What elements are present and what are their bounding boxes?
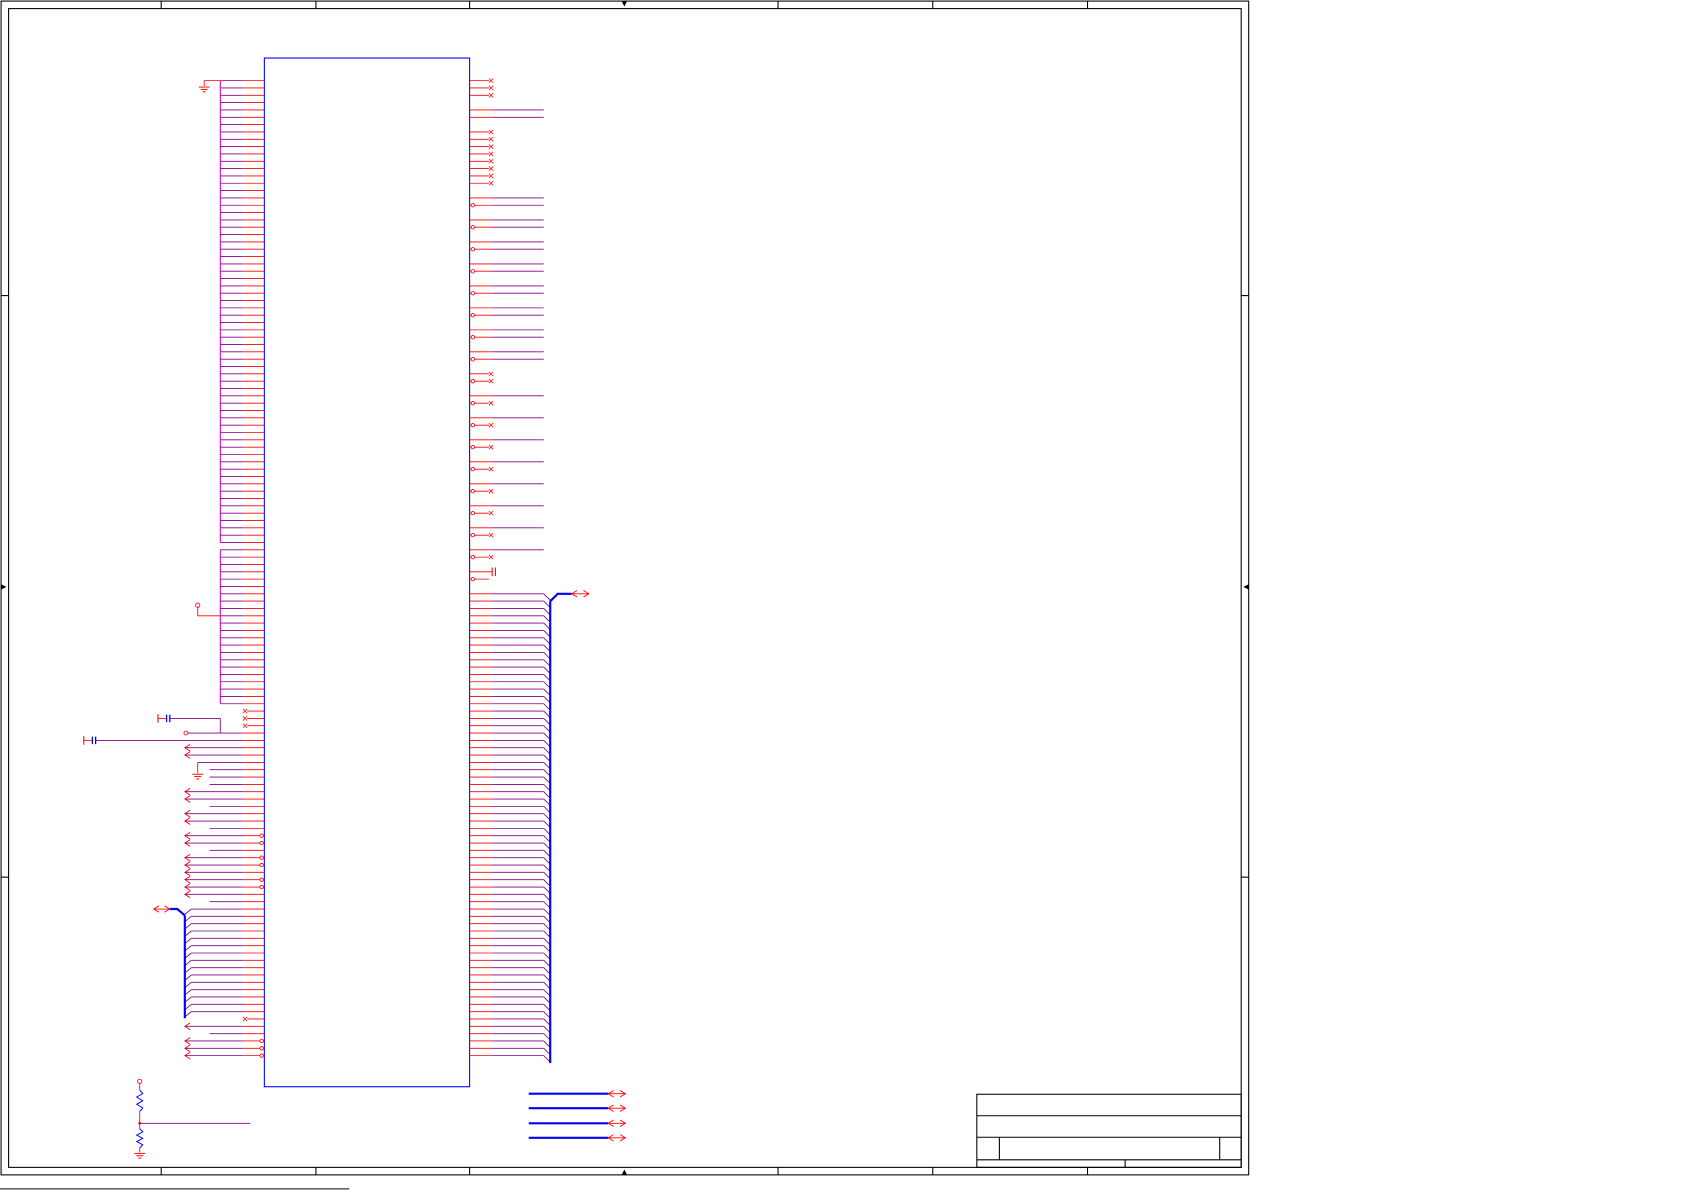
capacitor-symbol-icon (491, 567, 496, 577)
power-port-icon (183, 730, 189, 736)
pin-junction-circle (470, 423, 475, 428)
no-connect-icon (488, 136, 494, 142)
zone-markers (1, 1, 1249, 1175)
power-port-icon (195, 602, 201, 608)
no-connect-icon (488, 144, 494, 150)
pin-junction-circle (259, 1038, 264, 1044)
no-connect-icon (488, 532, 494, 538)
bidirectional-port-icon (607, 1090, 627, 1098)
no-connect-icon (488, 371, 494, 377)
no-connect-icon (488, 151, 494, 157)
pin-junction-circle (470, 532, 475, 538)
no-connect-icon (242, 723, 248, 729)
no-connect-icon (488, 166, 494, 172)
component-symbol (263, 57, 471, 1088)
power-wire (197, 607, 221, 617)
ground-symbol-icon (192, 773, 204, 780)
no-connect-icon (242, 1016, 248, 1022)
pin-junction-circle (470, 247, 475, 252)
bidirectional-port-icon (570, 590, 590, 598)
no-connect-icon (488, 400, 494, 406)
bidirectional-port-icon (607, 1119, 627, 1127)
pin-junction-circle (259, 862, 264, 868)
ground-symbol-icon (198, 86, 210, 93)
pin-junction-circle (470, 313, 475, 318)
bus-entry (543, 593, 551, 601)
left-pin-column (83, 80, 265, 1060)
no-connect-icon (488, 129, 494, 135)
pin-junction-circle (470, 225, 475, 230)
no-connect-icon (488, 180, 494, 186)
ground-symbol-icon (134, 1152, 146, 1159)
resistor-symbol-icon (135, 1089, 144, 1112)
pin-junction-circle (259, 1053, 264, 1058)
bus-entry (184, 908, 192, 915)
no-connect-icon (488, 173, 494, 179)
pin-junction-circle (259, 833, 264, 838)
pin-junction-circle (470, 379, 475, 384)
center-arrow-top (621, 1, 628, 7)
pin-junction-circle (470, 510, 475, 516)
bidirectional-port-icon (607, 1104, 627, 1112)
pin-junction-circle (470, 576, 475, 582)
title-block-border (976, 1093, 1242, 1168)
no-connect-icon (488, 488, 494, 494)
schematic-viewer (0, 0, 1685, 1191)
pin-junction-circle (259, 884, 264, 890)
power-port-icon (137, 1078, 143, 1084)
no-connect-icon (242, 708, 248, 714)
bidirectional-port-icon (152, 905, 171, 913)
no-connect-icon (488, 78, 494, 84)
center-arrow-right (1243, 584, 1249, 590)
pin-junction-circle (470, 445, 475, 450)
no-connect-icon (488, 92, 494, 98)
no-connect-icon (488, 85, 494, 91)
pin-junction-circle (470, 401, 475, 406)
pin-junction-circle (259, 840, 264, 846)
pin-junction-circle (470, 203, 475, 208)
no-connect-icon (242, 715, 248, 721)
pin-junction-circle (470, 357, 475, 362)
bus-port-group (528, 1090, 627, 1142)
bus-line (549, 592, 572, 603)
no-connect-icon (488, 444, 494, 450)
pin-junction-circle (470, 269, 475, 274)
resistor-divider (134, 1078, 251, 1159)
inner-border (8, 8, 1242, 1168)
title-block (976, 1093, 1242, 1168)
capacitor-symbol-icon (157, 714, 171, 723)
sheet-border (0, 0, 1250, 1176)
pin-junction-circle (259, 855, 264, 860)
pin-junction-circle (470, 554, 475, 560)
component-body (263, 57, 471, 1088)
pin-junction-circle (470, 291, 475, 296)
pin-junction-circle (470, 335, 475, 340)
outer-border (0, 0, 1250, 1176)
no-connect-icon (488, 554, 494, 560)
resistor-symbol-icon (135, 1128, 144, 1149)
center-arrow-left (1, 584, 7, 590)
center-arrow-bottom (621, 1169, 628, 1175)
no-connect-icon (488, 510, 494, 516)
no-connect-icon (488, 466, 494, 472)
bus-line (169, 907, 186, 917)
no-connect-icon (488, 158, 494, 164)
no-connect-icon (488, 422, 494, 428)
pin-junction-circle (470, 488, 475, 494)
pin-junction-circle (259, 877, 264, 882)
no-connect-icon (488, 378, 494, 384)
pin-junction-circle (470, 467, 475, 472)
capacitor-symbol-icon (83, 736, 97, 745)
bidirectional-port-icon (607, 1134, 627, 1142)
schematic-sheet (0, 0, 1250, 1190)
pin-junction-circle (259, 1046, 264, 1051)
right-pin-column (469, 78, 590, 1064)
